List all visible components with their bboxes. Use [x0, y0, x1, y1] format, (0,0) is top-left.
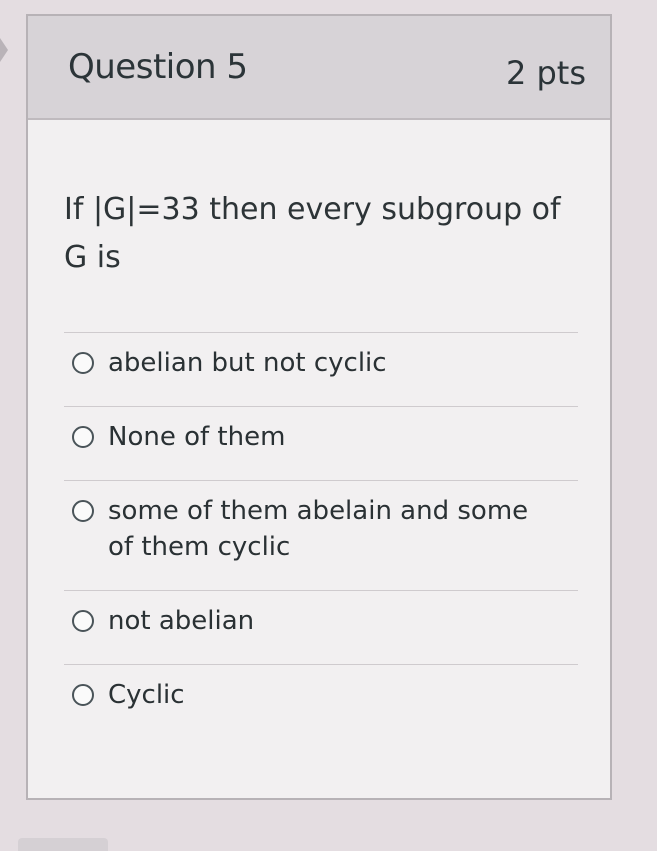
radio-button-icon[interactable] [72, 500, 94, 522]
radio-button-icon[interactable] [72, 426, 94, 448]
radio-button-icon[interactable] [72, 610, 94, 632]
radio-button-icon[interactable] [72, 352, 94, 374]
answer-option[interactable]: abelian but not cyclic [64, 332, 578, 406]
answer-label[interactable]: None of them [108, 419, 548, 455]
question-body: If |G|=33 then every subgroup of G is ab… [28, 186, 610, 713]
radio-button-icon[interactable] [72, 684, 94, 706]
answer-option[interactable]: some of them abelain and some of them cy… [64, 480, 578, 590]
answer-option[interactable]: not abelian [64, 590, 578, 664]
answer-label[interactable]: Cyclic [108, 677, 548, 713]
answer-option[interactable]: None of them [64, 406, 578, 480]
question-card: Question 5 2 pts If |G|=33 then every su… [26, 14, 612, 800]
question-points: 2 pts [505, 54, 586, 92]
question-header: Question 5 2 pts [28, 16, 610, 120]
answer-label[interactable]: not abelian [108, 603, 548, 639]
bottom-tab [18, 838, 108, 851]
answer-option[interactable]: Cyclic [64, 664, 578, 713]
previous-question-arrow-icon[interactable] [0, 38, 8, 62]
question-text: If |G|=33 then every subgroup of G is [64, 192, 561, 275]
answer-label[interactable]: abelian but not cyclic [108, 345, 548, 381]
answer-list: abelian but not cyclic None of them some… [64, 332, 578, 713]
question-title: Question 5 [68, 47, 248, 87]
answer-label[interactable]: some of them abelain and some of them cy… [108, 493, 548, 565]
